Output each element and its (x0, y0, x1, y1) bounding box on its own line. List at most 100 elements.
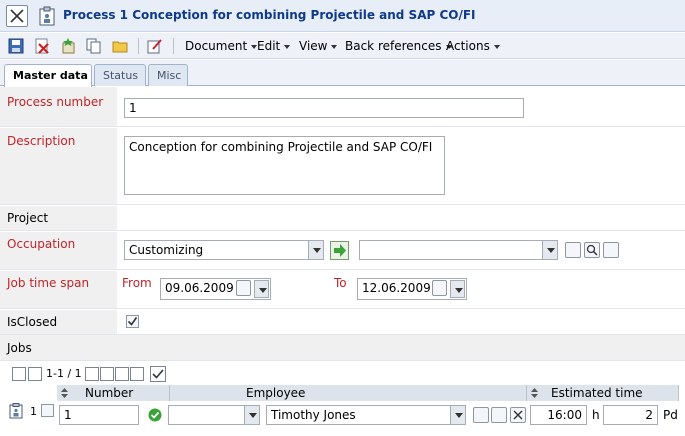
checkmark-button[interactable] (150, 366, 166, 382)
employee-value: Timothy Jones (271, 408, 356, 422)
toolbar-separator (173, 38, 174, 54)
person-days-input[interactable]: 2 (603, 405, 658, 425)
row-select-checkbox[interactable] (41, 404, 54, 417)
close-icon (10, 9, 24, 23)
jobs-label: Jobs (7, 341, 32, 355)
row-is-closed: IsClosed (0, 310, 685, 335)
toolbar-separator (138, 38, 139, 54)
menu-document-label: Document (185, 39, 248, 53)
pager-text: 1-1 / 1 (46, 367, 82, 380)
column-estimated-time-label: Estimated time (551, 386, 643, 400)
caret-down-icon (284, 44, 291, 49)
row-project: Project (0, 206, 685, 231)
new-row-icon[interactable] (28, 367, 42, 381)
chevron-down-icon[interactable] (450, 406, 465, 424)
menu-actions[interactable]: Actions (446, 39, 500, 53)
last-page-icon[interactable] (130, 367, 144, 381)
copy-icon[interactable] (491, 407, 507, 423)
clipboard-process-icon (39, 6, 55, 26)
from-label: From (122, 276, 152, 290)
to-date-value: 12.06.2009 (362, 281, 431, 295)
tab-master-data[interactable]: Master data (4, 64, 92, 87)
new-document-icon[interactable] (565, 242, 581, 258)
menu-back-references[interactable]: Back references (345, 39, 452, 53)
column-employee-header[interactable]: Employee (170, 385, 527, 401)
first-page-icon[interactable] (85, 367, 99, 381)
occupation-detail-select[interactable] (359, 240, 558, 260)
row-jobs: Jobs (0, 335, 685, 361)
column-number-label: Number (85, 386, 134, 400)
description-label: Description (7, 134, 76, 148)
time-unit-label: h (592, 408, 600, 422)
menu-view[interactable]: View (299, 39, 338, 53)
row-index: 1 (30, 405, 37, 418)
chevron-down-icon[interactable] (308, 241, 323, 259)
open-folder-icon[interactable] (112, 38, 128, 54)
delete-icon[interactable] (34, 38, 50, 54)
new-icon[interactable] (60, 38, 76, 54)
menu-actions-label: Actions (446, 39, 490, 53)
menu-back-references-label: Back references (345, 39, 442, 53)
tab-bar: Master data Status Misc (0, 60, 685, 87)
window-title: Process 1 Conception for combining Proje… (63, 8, 476, 22)
job-time-span-label: Job time span (7, 276, 90, 290)
search-icon[interactable] (584, 242, 600, 258)
go-arrow-icon[interactable] (330, 241, 349, 260)
title-bar: Process 1 Conception for combining Proje… (0, 0, 685, 32)
row-description: Description Conception for combining Pro… (0, 128, 685, 205)
employee-select[interactable]: Timothy Jones (266, 405, 466, 425)
new-document-icon[interactable] (473, 407, 489, 423)
column-employee-label: Employee (246, 386, 306, 400)
occupation-select[interactable]: Customizing (124, 240, 324, 260)
close-icon[interactable] (510, 407, 526, 423)
save-icon[interactable] (8, 38, 24, 54)
sort-icon (61, 388, 68, 398)
days-unit-label: Pd (663, 408, 678, 422)
job-type-select[interactable] (168, 405, 260, 425)
description-textarea[interactable]: Conception for combining Projectile and … (124, 136, 445, 195)
column-number-header[interactable]: Number (57, 385, 170, 401)
row-job-time-span: Job time span From 09.06.2009 To 12.06.2… (0, 271, 685, 309)
status-ok-icon (148, 408, 162, 422)
menu-edit[interactable]: Edit (257, 39, 291, 53)
chevron-down-icon[interactable] (254, 280, 269, 298)
tab-status[interactable]: Status (94, 64, 146, 86)
process-number-label: Process number (7, 95, 104, 109)
sort-icon (531, 388, 538, 398)
menu-edit-label: Edit (257, 39, 281, 53)
menu-view-label: View (299, 39, 328, 53)
copy-icon[interactable] (603, 242, 619, 258)
caret-down-icon (331, 44, 338, 49)
calendar-icon[interactable] (432, 280, 447, 296)
chevron-down-icon[interactable] (244, 406, 259, 424)
tab-misc[interactable]: Misc (148, 64, 188, 86)
process-number-input[interactable]: 1 (124, 98, 524, 118)
row-process-number: Process number 1 (0, 87, 685, 127)
to-label: To (334, 276, 347, 290)
project-label: Project (7, 211, 49, 225)
calendar-icon[interactable] (236, 280, 251, 296)
next-page-icon[interactable] (115, 367, 129, 381)
jobs-pager: 1-1 / 1 (0, 364, 685, 386)
row-occupation: Occupation Customizing (0, 232, 685, 270)
print-icon[interactable] (12, 367, 26, 381)
is-closed-label: IsClosed (7, 315, 58, 329)
copy-icon[interactable] (86, 38, 102, 54)
column-estimated-time-header[interactable]: Estimated time (527, 385, 679, 401)
occupation-value: Customizing (129, 243, 204, 257)
job-number-input[interactable]: 1 (59, 405, 139, 425)
edit-icon[interactable] (147, 38, 163, 54)
occupation-label: Occupation (7, 237, 76, 251)
from-date-value: 09.06.2009 (165, 281, 234, 295)
checkmark-icon (127, 317, 138, 326)
close-button[interactable] (6, 5, 28, 27)
chevron-down-icon[interactable] (450, 280, 465, 298)
menu-document[interactable]: Document (185, 39, 258, 53)
chevron-down-icon[interactable] (542, 241, 557, 259)
prev-page-icon[interactable] (100, 367, 114, 381)
estimated-time-input[interactable]: 16:00 (530, 405, 587, 425)
is-closed-checkbox[interactable] (126, 315, 139, 328)
clipboard-process-icon[interactable] (9, 403, 23, 419)
toolbar: Document Edit View Back references Actio… (0, 33, 685, 59)
caret-down-icon (493, 44, 500, 49)
